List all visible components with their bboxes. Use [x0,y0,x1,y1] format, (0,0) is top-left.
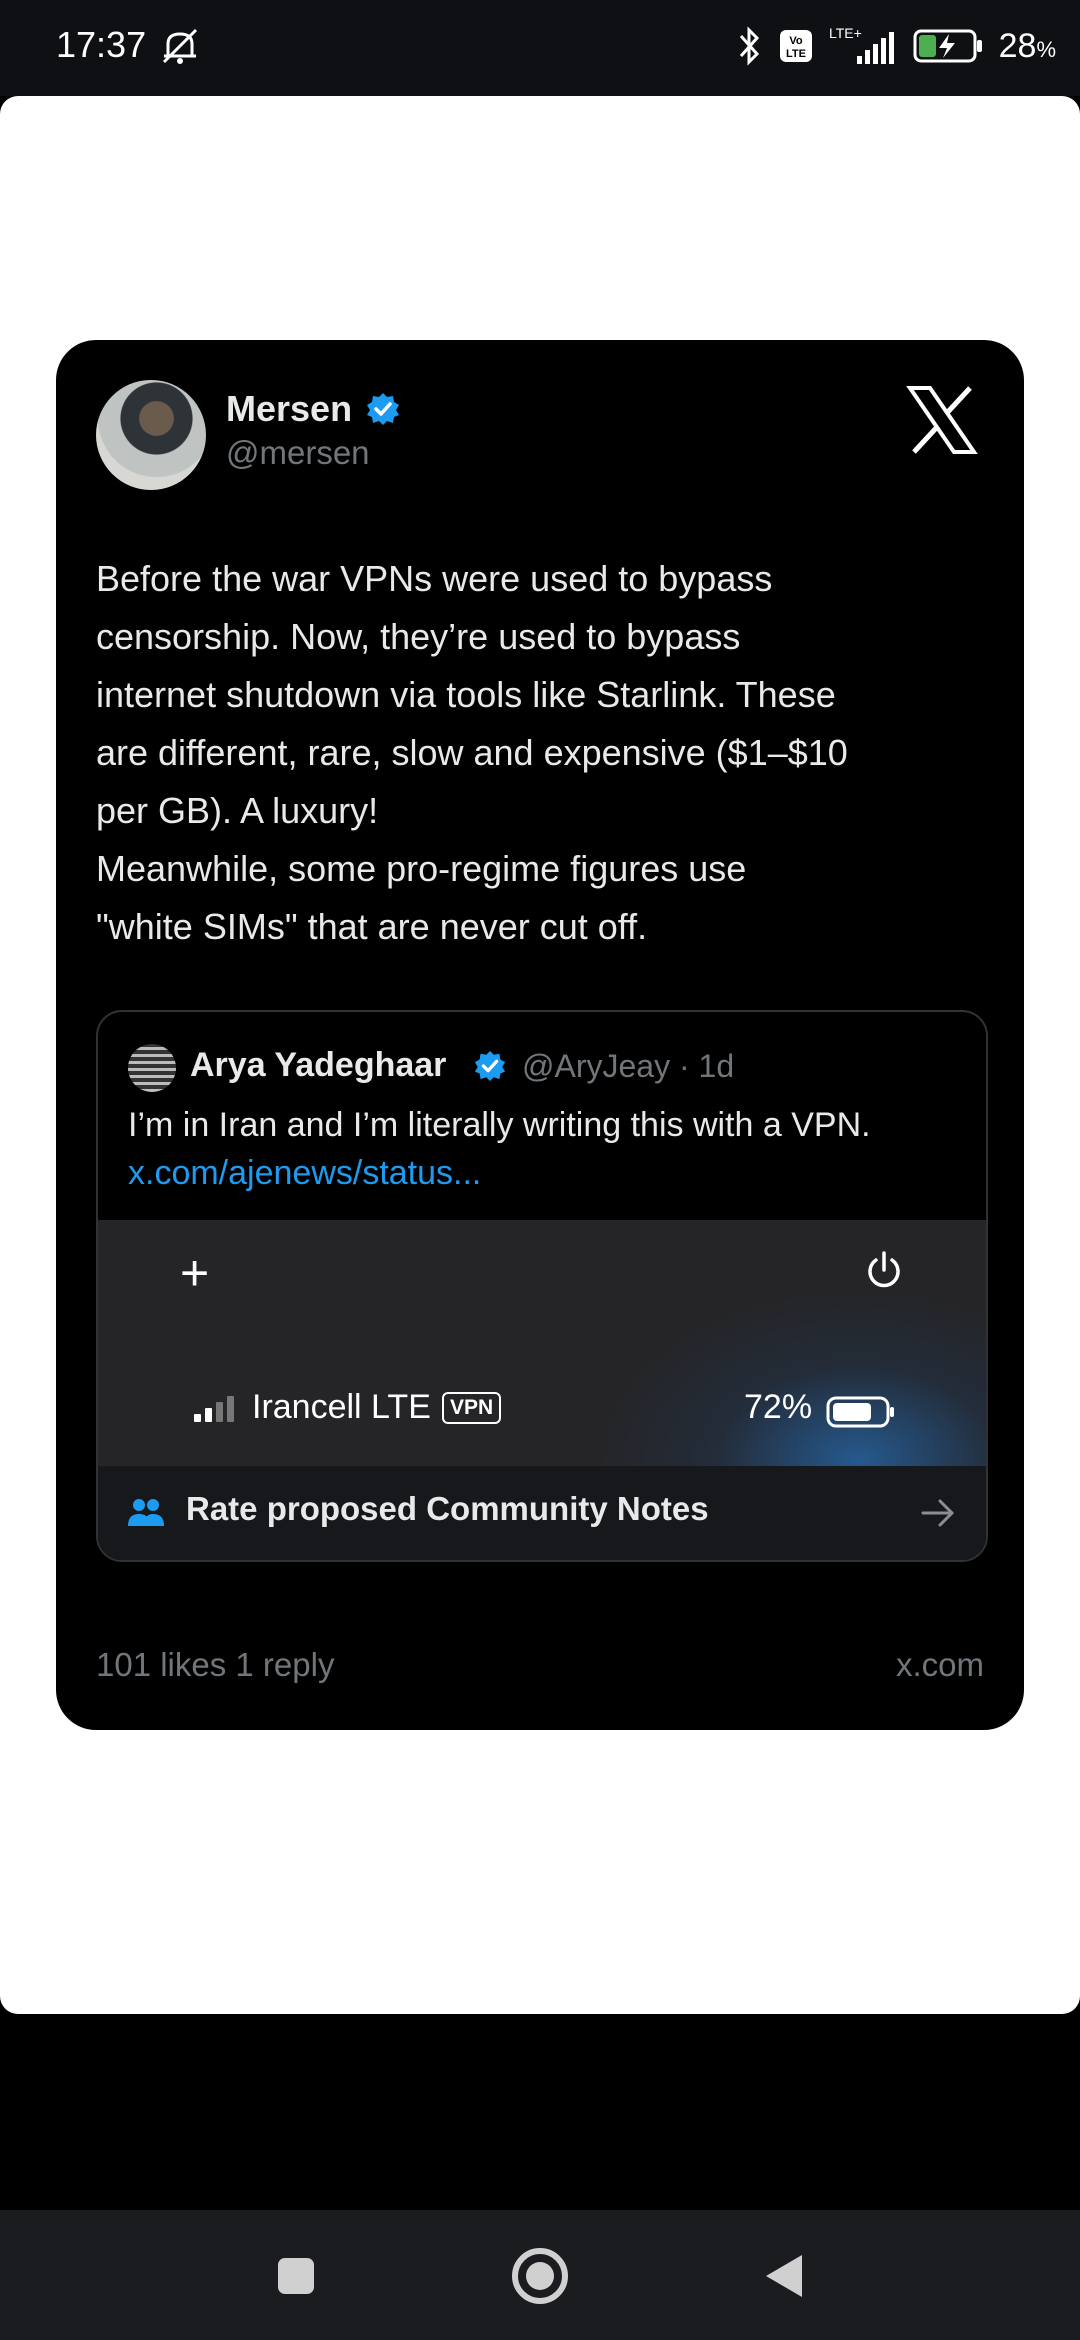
svg-text:LTE: LTE [786,48,806,60]
arrow-right-icon[interactable] [920,1496,956,1530]
nav-back-icon[interactable] [762,2252,806,2300]
power-icon [868,1251,900,1288]
network-label: LTE+ [829,25,862,41]
svg-text:Vo: Vo [789,35,803,47]
quoted-tweet-text: I’m in Iran and I’m literally writing th… [128,1106,871,1144]
x-logo-icon[interactable] [906,384,978,456]
plus-symbol: + [180,1245,210,1301]
source-domain[interactable]: x.com [896,1646,984,1684]
community-notes-label[interactable]: Rate proposed Community Notes [186,1490,709,1528]
bluetooth-icon [739,26,759,66]
signal-icon [194,1396,234,1422]
verified-badge-icon [367,393,399,425]
quoted-handle-time: @AryJeay · 1d [522,1048,735,1084]
signal-icon: LTE+ [829,25,894,64]
quoted-media-image[interactable]: + Irancell LTE VPN 72% [98,1220,986,1466]
status-icons: Vo LTE LTE+ 28% [733,22,1056,70]
quoted-author-avatar[interactable] [128,1044,176,1092]
status-bar: 17:37 Vo LTE LTE+ 28% [0,0,1080,96]
tweet-text: Before the war VPNs were used to bypass … [96,558,848,947]
muted-bell-icon [162,28,198,64]
battery-icon [826,1396,894,1428]
author-handle[interactable]: @mersen [226,434,370,472]
media-battery-percent: 72% [744,1388,813,1426]
carrier-label: Irancell LTE [252,1388,431,1426]
status-time: 17:37 [56,24,147,65]
navigation-bar [0,2210,1080,2340]
community-notes-bar[interactable]: Rate proposed Community Notes [98,1466,986,1560]
community-notes-icon [128,1499,164,1526]
quoted-tweet[interactable]: Arya Yadeghaar @AryJeay · 1d I’m in Iran… [96,1010,988,1562]
quoted-author-name[interactable]: Arya Yadeghaar [190,1046,446,1085]
tweet-stats: 101 likes 1 reply [96,1646,335,1683]
quoted-tweet-link[interactable]: x.com/ajenews/status... [128,1154,481,1193]
nav-recents-icon[interactable] [276,2256,316,2296]
battery-charging-icon [913,29,982,63]
author-name[interactable]: Mersen [226,388,352,430]
verified-badge-icon [474,1050,506,1082]
tweet-card[interactable]: Mersen @mersen Before the war VPNs were … [56,340,1024,1730]
battery-percent: 28% [998,26,1056,65]
nav-home-icon[interactable] [510,2246,570,2306]
vpn-badge: VPN [442,1392,502,1424]
volte-icon: Vo LTE [779,30,812,62]
author-avatar[interactable] [96,380,206,490]
